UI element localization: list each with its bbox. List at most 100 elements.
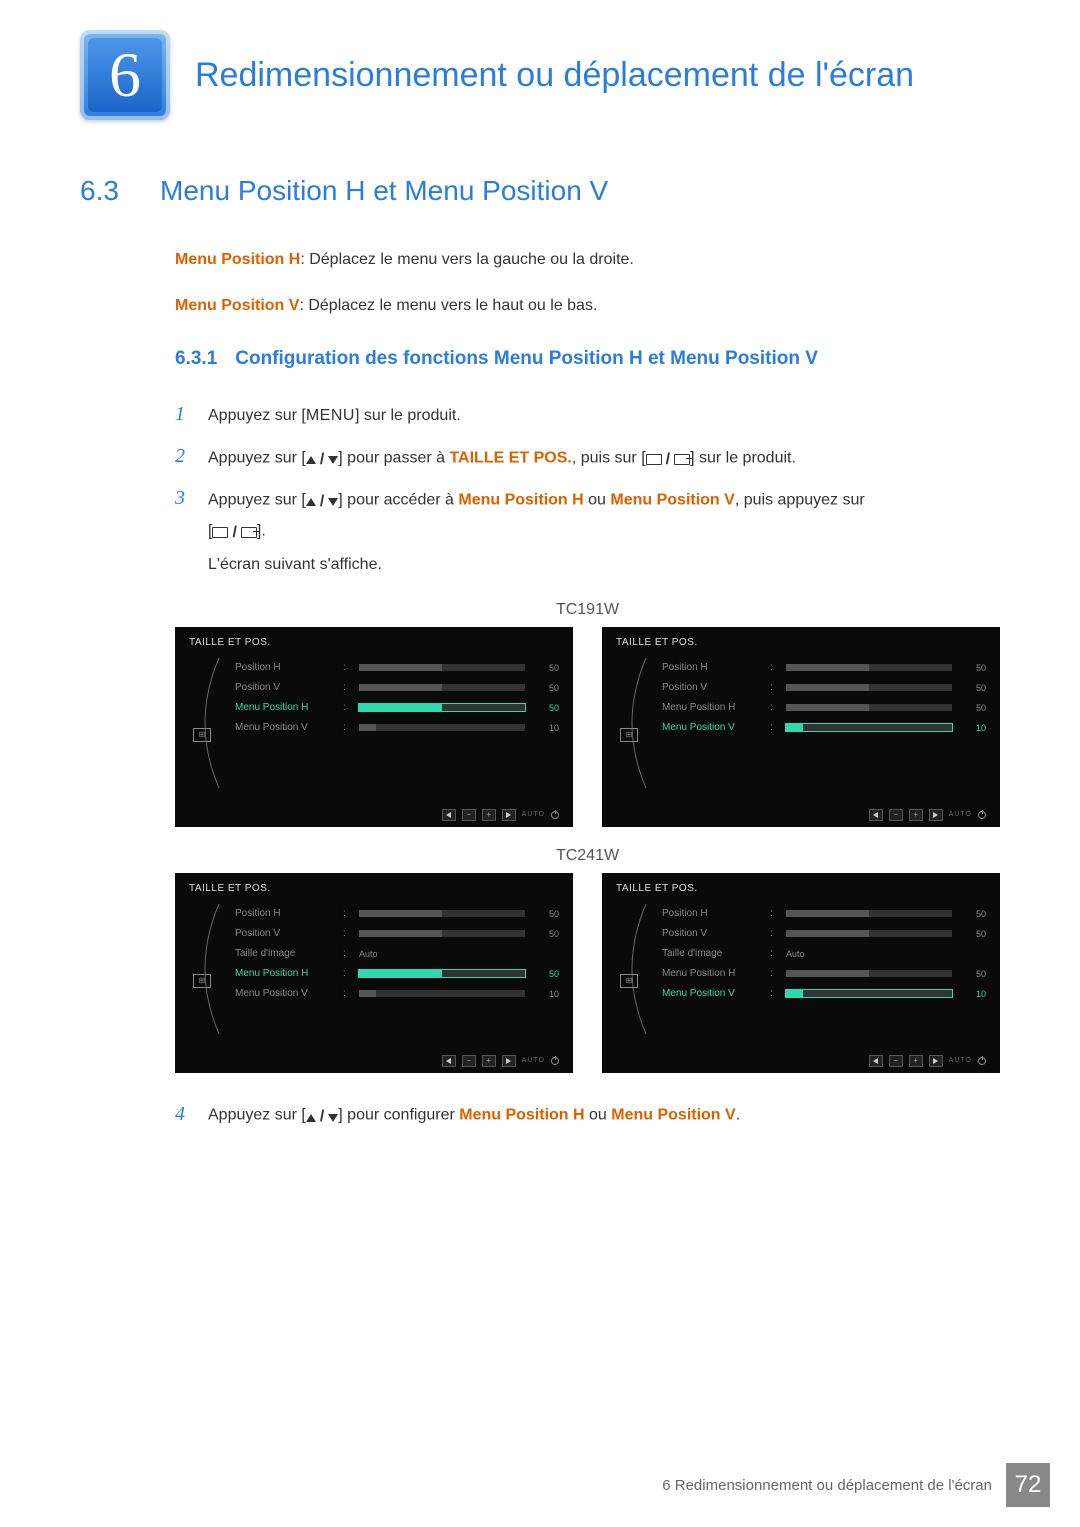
steps-list: 1 Appuyez sur [MENU] sur le produit. 2 A… <box>175 395 1000 546</box>
power-icon <box>551 1057 559 1065</box>
osd-footer: −+ AUTO <box>442 809 559 821</box>
osd-plus-icon: + <box>482 809 496 821</box>
osd-row-item: Menu Position V: 10 <box>662 718 986 738</box>
menu-button-label: MENU <box>306 407 355 424</box>
colon: : <box>343 948 351 959</box>
osd-nav-right-icon <box>502 809 516 821</box>
colon: : <box>770 722 778 733</box>
osd-nav-left-icon <box>442 1055 456 1067</box>
osd-item-label: Position H <box>235 908 335 919</box>
colon: : <box>343 662 351 673</box>
osd-row-item: Menu Position H:50 <box>662 964 986 984</box>
osd-item-label: Menu Position V <box>662 722 762 733</box>
osd-footer: −+AUTO <box>869 1055 986 1067</box>
osd-row-item: Menu Position V:10 <box>235 718 559 738</box>
colon: : <box>343 908 351 919</box>
step-text: Appuyez sur [/] pour accéder à Menu Posi… <box>208 485 865 547</box>
osd-item-value: 50 <box>539 929 559 939</box>
osd-title: TAILLE ET POS. <box>616 883 986 894</box>
colon: : <box>343 722 351 733</box>
step-1: 1 Appuyez sur [MENU] sur le produit. <box>175 395 1000 433</box>
osd-category-icon: ⊞ <box>193 728 211 742</box>
osd-row-item: Taille d'image:Auto <box>662 944 986 964</box>
text-fragment: ] pour configurer <box>338 1107 459 1124</box>
definition-h-term: Menu Position H <box>175 251 300 268</box>
osd-row-item: Menu Position H:50 <box>235 964 559 984</box>
keyword: Menu Position H <box>459 1107 584 1124</box>
osd-item-value: Auto <box>359 949 378 959</box>
colon: : <box>770 702 778 713</box>
osd-row-item: Menu Position V:10 <box>235 984 559 1004</box>
subsection-heading: 6.3.1 Configuration des fonctions Menu P… <box>175 348 1000 370</box>
osd-auto-label: AUTO <box>522 811 545 818</box>
footer-text: 6 Redimensionnement ou déplacement de l'… <box>662 1477 992 1494</box>
text-fragment: ] sur le produit. <box>355 407 461 424</box>
osd-nav-left-icon <box>869 809 883 821</box>
osd-plus-icon: + <box>909 809 923 821</box>
osd-slider-bar <box>359 970 525 977</box>
osd-row-item: Position H:50 <box>662 658 986 678</box>
definition-h: Menu Position H: Déplacez le menu vers l… <box>175 247 1000 273</box>
osd-item-value: 50 <box>966 929 986 939</box>
chapter-title: Redimensionnement ou déplacement de l'éc… <box>195 55 914 96</box>
osd-title: TAILLE ET POS. <box>189 883 559 894</box>
osd-panel: TAILLE ET POS. ⊞ Position H:50 Position V: 5… <box>602 627 1000 827</box>
keyword: Menu Position V <box>610 491 734 508</box>
osd-category-icon: ⊞ <box>193 974 211 988</box>
osd-row-item: Menu Position H:50 <box>235 698 559 718</box>
osd-arc: ⊞ <box>616 658 652 788</box>
osd-slider-bar <box>786 970 952 977</box>
step-3: 3 Appuyez sur [/] pour accéder à Menu Po… <box>175 479 1000 546</box>
section-number: 6.3 <box>80 175 160 207</box>
osd-slider-bar <box>359 990 525 997</box>
osd-item-value: 10 <box>966 723 986 733</box>
osd-auto-label: AUTO <box>522 1057 545 1064</box>
osd-item-value: 50 <box>966 683 986 693</box>
osd-slider-bar <box>786 684 952 691</box>
colon: : <box>770 968 778 979</box>
osd-plus-icon: + <box>482 1055 496 1067</box>
osd-title: TAILLE ET POS. <box>189 637 559 648</box>
colon: : <box>770 682 778 693</box>
model-label-a: TC191W <box>175 601 1000 619</box>
page-number: 72 <box>1006 1463 1050 1507</box>
osd-title: TAILLE ET POS. <box>616 637 986 648</box>
text-fragment: Appuyez sur [ <box>208 449 306 466</box>
text-fragment: Appuyez sur [ <box>208 1107 306 1124</box>
osd-slider-bar <box>359 704 525 711</box>
osd-nav-left-icon <box>869 1055 883 1067</box>
osd-slider-bar <box>786 724 952 731</box>
osd-slider-bar <box>359 910 525 917</box>
page-footer: 6 Redimensionnement ou déplacement de l'… <box>0 1463 1080 1507</box>
osd-item-label: Position V <box>662 928 762 939</box>
osd-minus-icon: − <box>462 809 476 821</box>
osd-auto-label: AUTO <box>949 811 972 818</box>
osd-row-tc241w: TAILLE ET POS. ⊞ Position H: 50 Position V: 5… <box>175 873 1000 1073</box>
definition-v-text: : Déplacez le menu vers le haut ou le ba… <box>299 297 597 314</box>
enter-icon: / <box>212 518 256 548</box>
chapter-number: 6 <box>109 38 141 112</box>
osd-item-value: 50 <box>539 909 559 919</box>
osd-item-label: Position V <box>662 682 762 693</box>
up-down-icon: / <box>306 487 338 517</box>
colon: : <box>343 988 351 999</box>
colon: : <box>770 988 778 999</box>
osd-category-icon: ⊞ <box>620 974 638 988</box>
text-fragment: ] pour passer à <box>338 449 449 466</box>
osd-panel: TAILLE ET POS. ⊞ Position H: 50 Position V: 5… <box>175 873 573 1073</box>
step-text: Appuyez sur [/] pour configurer Menu Pos… <box>208 1100 740 1131</box>
colon: : <box>770 928 778 939</box>
chapter-badge: 6 <box>80 30 170 120</box>
osd-item-label: Menu Position V <box>235 988 335 999</box>
colon: : <box>343 682 351 693</box>
colon: : <box>343 968 351 979</box>
step-3-followup: L'écran suivant s'affiche. <box>208 550 1000 580</box>
colon: : <box>770 908 778 919</box>
osd-item-label: Position V <box>235 682 335 693</box>
text-fragment: . <box>736 1107 740 1124</box>
osd-item-label: Taille d'image <box>662 948 762 959</box>
osd-item-label: Menu Position V <box>235 722 335 733</box>
power-icon <box>978 811 986 819</box>
osd-item-label: Position V <box>235 928 335 939</box>
osd-row-item: Position V: 50 <box>662 678 986 698</box>
